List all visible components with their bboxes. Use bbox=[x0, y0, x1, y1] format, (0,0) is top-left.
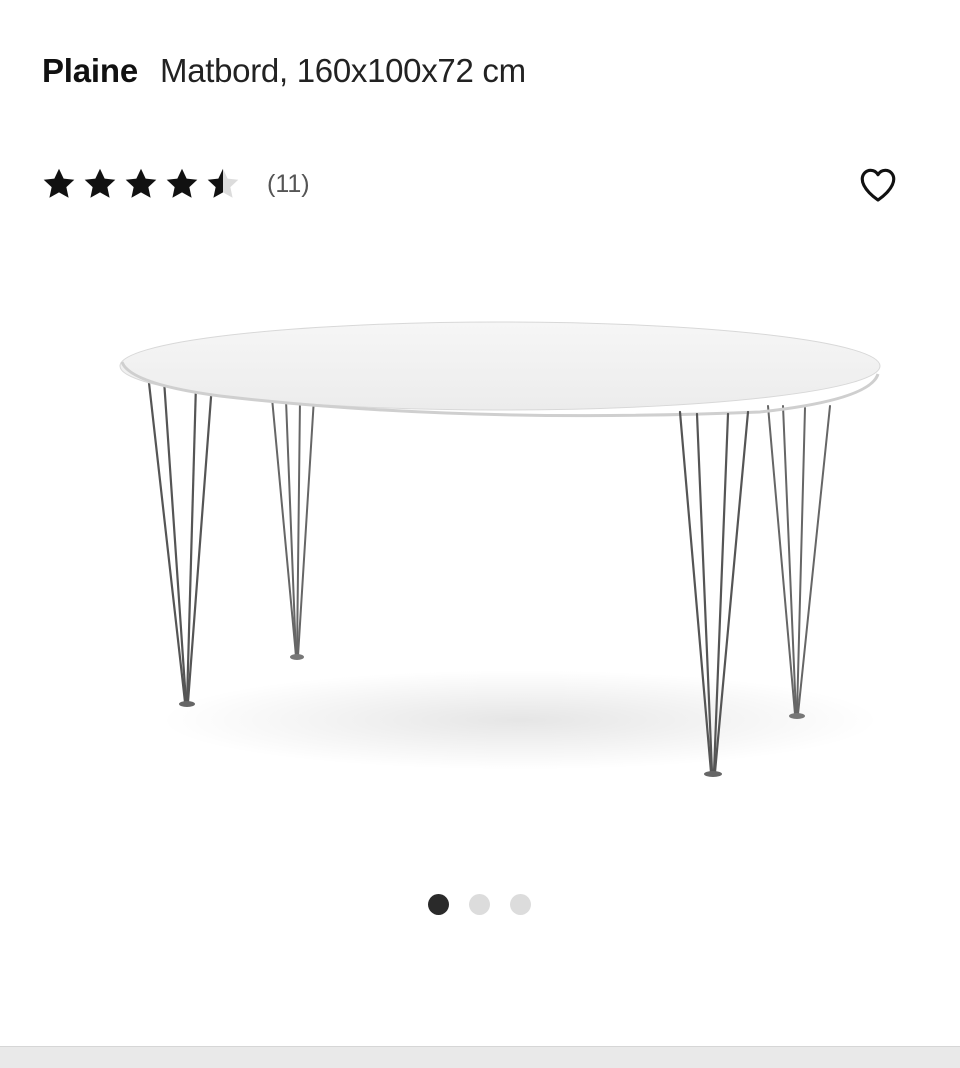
carousel-dot-3[interactable] bbox=[510, 894, 531, 915]
carousel-dot-2[interactable] bbox=[469, 894, 490, 915]
bottom-divider bbox=[0, 1046, 960, 1068]
product-image[interactable] bbox=[100, 300, 900, 820]
image-carousel-dots bbox=[428, 894, 551, 915]
rating-summary[interactable]: (11) bbox=[40, 166, 310, 202]
star-icon bbox=[125, 168, 157, 198]
product-title: Plaine Matbord, 160x100x72 cm bbox=[42, 52, 526, 90]
review-count[interactable]: (11) bbox=[267, 170, 310, 199]
product-description: Matbord, 160x100x72 cm bbox=[160, 52, 526, 89]
star-half-icon bbox=[207, 168, 239, 198]
star-icon bbox=[43, 168, 75, 198]
carousel-dot-1[interactable] bbox=[428, 894, 449, 915]
product-brand: Plaine bbox=[42, 52, 139, 89]
star-icon bbox=[84, 168, 116, 198]
heart-icon[interactable] bbox=[856, 164, 900, 206]
star-icon bbox=[166, 168, 198, 198]
rating-stars bbox=[40, 166, 245, 202]
